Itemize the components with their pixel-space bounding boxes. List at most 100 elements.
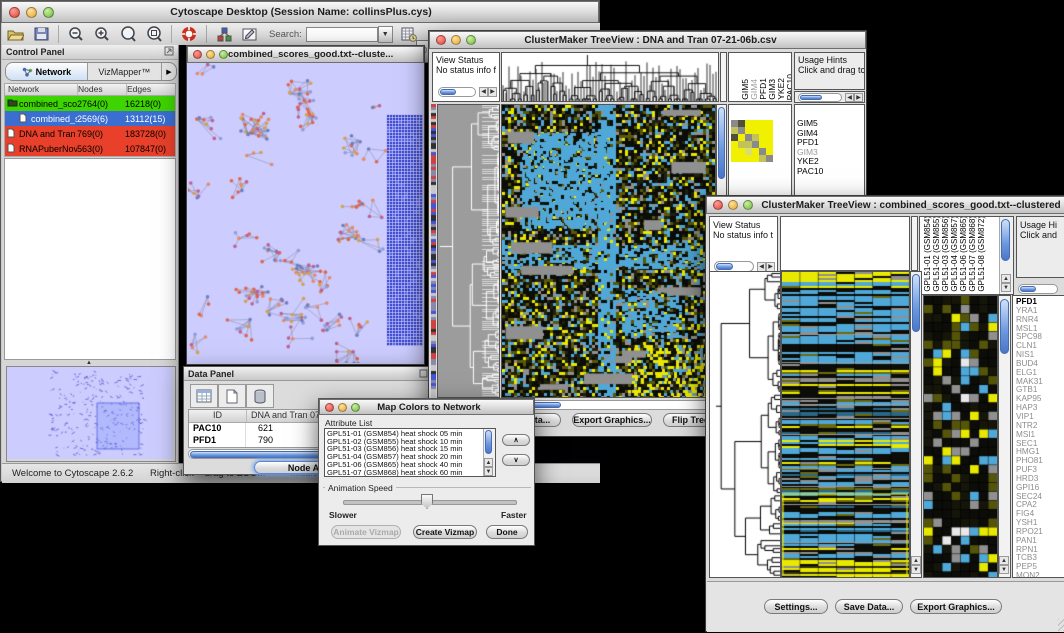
matrix-cell[interactable] — [759, 141, 766, 148]
animation-slider-thumb[interactable] — [421, 494, 433, 509]
tv2-main-heatmap[interactable] — [781, 271, 910, 578]
table-mode-button[interactable] — [190, 384, 218, 408]
scroll-right-arrow[interactable]: ▶ — [854, 93, 863, 102]
scroll-down-arrow[interactable]: ▼ — [1001, 283, 1011, 292]
matrix-cell[interactable] — [745, 134, 752, 141]
matrix-cell[interactable] — [731, 134, 738, 141]
float-panel-icon[interactable] — [419, 365, 428, 383]
matrix-cell[interactable] — [766, 148, 773, 155]
zoom-button[interactable] — [466, 35, 476, 45]
vizmapper-icon[interactable] — [213, 24, 235, 44]
annotation-icon[interactable] — [239, 24, 261, 44]
main-titlebar[interactable]: Cytoscape Desktop (Session Name: collins… — [1, 1, 599, 23]
scroll-up-arrow[interactable]: ▲ — [999, 556, 1009, 565]
matrix-cell[interactable] — [759, 127, 766, 134]
tv1-heatmap[interactable] — [501, 104, 716, 398]
tv2-zoom-heatmap[interactable] — [923, 295, 998, 578]
scroll-down-arrow[interactable]: ▼ — [999, 565, 1009, 574]
matrix-cell[interactable] — [738, 127, 745, 134]
close-button[interactable] — [325, 403, 334, 412]
help-lifering-icon[interactable] — [178, 24, 200, 44]
matrix-cell[interactable] — [759, 148, 766, 155]
tv2-scroll-strip[interactable] — [911, 216, 918, 271]
matrix-cell[interactable] — [745, 127, 752, 134]
matrix-cell[interactable] — [731, 155, 738, 162]
datatable-header-id[interactable]: ID — [189, 410, 247, 422]
zoom-selected-icon[interactable] — [117, 24, 139, 44]
close-button[interactable] — [713, 200, 723, 210]
save-session-icon[interactable] — [30, 24, 52, 44]
tab-network[interactable]: Network — [6, 63, 88, 80]
attribute-list[interactable]: GPL51-01 (GSM854) heat shock 05 minGPL51… — [324, 428, 496, 477]
tv2-column-label[interactable]: GPL51-08 (GSM872) — [977, 216, 986, 292]
attribute-list-item[interactable]: GPL51-03 (GSM856) heat shock 15 min — [327, 445, 495, 453]
network-row[interactable]: combined_scores_2764(0)16218(0) — [5, 96, 175, 111]
close-button[interactable] — [436, 35, 446, 45]
matrix-cell[interactable] — [731, 127, 738, 134]
attribute-list-item[interactable]: GPL51-01 (GSM854) heat shock 05 min — [327, 430, 495, 438]
move-up-button[interactable]: ∧ — [502, 434, 530, 446]
col-header-edges[interactable]: Edges — [127, 84, 175, 95]
scroll-left-arrow[interactable]: ◀ — [479, 87, 488, 97]
tv1-export-graphics-button[interactable]: Export Graphics... — [572, 413, 652, 427]
scroll-right-arrow[interactable]: ▶ — [488, 87, 497, 97]
float-panel-icon[interactable] — [164, 43, 174, 61]
matrix-cell[interactable] — [738, 134, 745, 141]
matrix-cell[interactable] — [738, 155, 745, 162]
tv1-row-label[interactable]: PAC10 — [797, 167, 823, 177]
tv2-export-graphics-button[interactable]: Export Graphics... — [910, 599, 1002, 614]
tv2-gene-list[interactable]: PFD1YRA1RNR4MSL1SPC98CLN1NIS1BUD4ELG1MAK… — [1012, 295, 1064, 578]
tv1-correlation-matrix[interactable] — [731, 120, 779, 168]
matrix-cell[interactable] — [731, 120, 738, 127]
matrix-cell[interactable] — [738, 120, 745, 127]
tv2-column-label[interactable]: GPL51-01 (GSM854) — [923, 216, 932, 292]
open-session-icon[interactable] — [4, 24, 26, 44]
matrix-cell[interactable] — [766, 155, 773, 162]
matrix-cell[interactable] — [745, 141, 752, 148]
tv2-hints-scrollbar[interactable] — [1018, 284, 1058, 294]
attribute-list-item[interactable]: GPL51-02 (GSM855) heat shock 10 min — [327, 438, 495, 446]
matrix-cell[interactable] — [759, 155, 766, 162]
scroll-up-arrow[interactable]: ▲ — [484, 458, 493, 467]
attribute-list-item[interactable]: GPL51-06 (GSM865) heat shock 40 min — [327, 461, 495, 469]
treeview1-titlebar[interactable]: ClusterMaker TreeView : DNA and Tran 07-… — [429, 31, 866, 49]
move-down-button[interactable]: ∨ — [502, 454, 530, 466]
tv2-column-dendrogram[interactable] — [780, 216, 910, 271]
animate-vizmap-button[interactable]: Animate Vizmap — [331, 525, 401, 539]
matrix-cell[interactable] — [745, 120, 752, 127]
tv2-column-label[interactable]: GPL51-03 (GSM856) — [941, 216, 950, 292]
zoom-out-icon[interactable] — [65, 24, 87, 44]
tv1-scroll-strip[interactable] — [720, 52, 727, 102]
delete-attribute-button[interactable] — [246, 384, 274, 408]
attribute-list-scrollbar[interactable]: ▲ ▼ — [483, 429, 495, 476]
matrix-cell[interactable] — [752, 155, 759, 162]
minimize-button[interactable] — [728, 200, 738, 210]
gene-label[interactable]: MON2 — [1016, 572, 1064, 578]
minimize-button[interactable] — [206, 50, 215, 59]
network-view-titlebar[interactable]: combined_scores_good.txt--cluste... — [187, 46, 424, 63]
tv2-column-label[interactable]: GPL51-02 (GSM855) — [932, 216, 941, 292]
scroll-down-arrow[interactable]: ▼ — [484, 467, 493, 476]
matrix-cell[interactable] — [759, 120, 766, 127]
tv1-column-label[interactable]: PAC10 — [786, 74, 792, 100]
tv2-save-data-button[interactable]: Save Data... — [835, 599, 903, 614]
tab-vizmapper[interactable]: VizMapper™ — [88, 63, 162, 80]
matrix-cell[interactable] — [752, 120, 759, 127]
minimize-button[interactable] — [26, 7, 37, 18]
tv2-column-label[interactable]: GPL51-07 (GSM868) — [968, 216, 977, 292]
matrix-cell[interactable] — [766, 120, 773, 127]
attribute-list-item[interactable]: GPL51-07 (GSM868) heat shock 60 min — [327, 469, 495, 477]
tv2-main-vscrollbar[interactable]: ▲ ▼ — [910, 271, 922, 578]
matrix-cell[interactable] — [731, 148, 738, 155]
new-attribute-button[interactable] — [218, 384, 246, 408]
zoom-button[interactable] — [43, 7, 54, 18]
matrix-cell[interactable] — [766, 141, 773, 148]
matrix-cell[interactable] — [752, 134, 759, 141]
matrix-cell[interactable] — [766, 127, 773, 134]
search-input[interactable] — [306, 27, 378, 42]
scroll-up-arrow[interactable]: ▲ — [1001, 274, 1011, 283]
tv2-row-dendrogram[interactable] — [709, 271, 781, 578]
network-row[interactable]: DNA and Tran 07769(0)183728(0) — [5, 126, 175, 141]
matrix-cell[interactable] — [752, 127, 759, 134]
treeview2-titlebar[interactable]: ClusterMaker TreeView : combined_scores_… — [706, 196, 1064, 214]
